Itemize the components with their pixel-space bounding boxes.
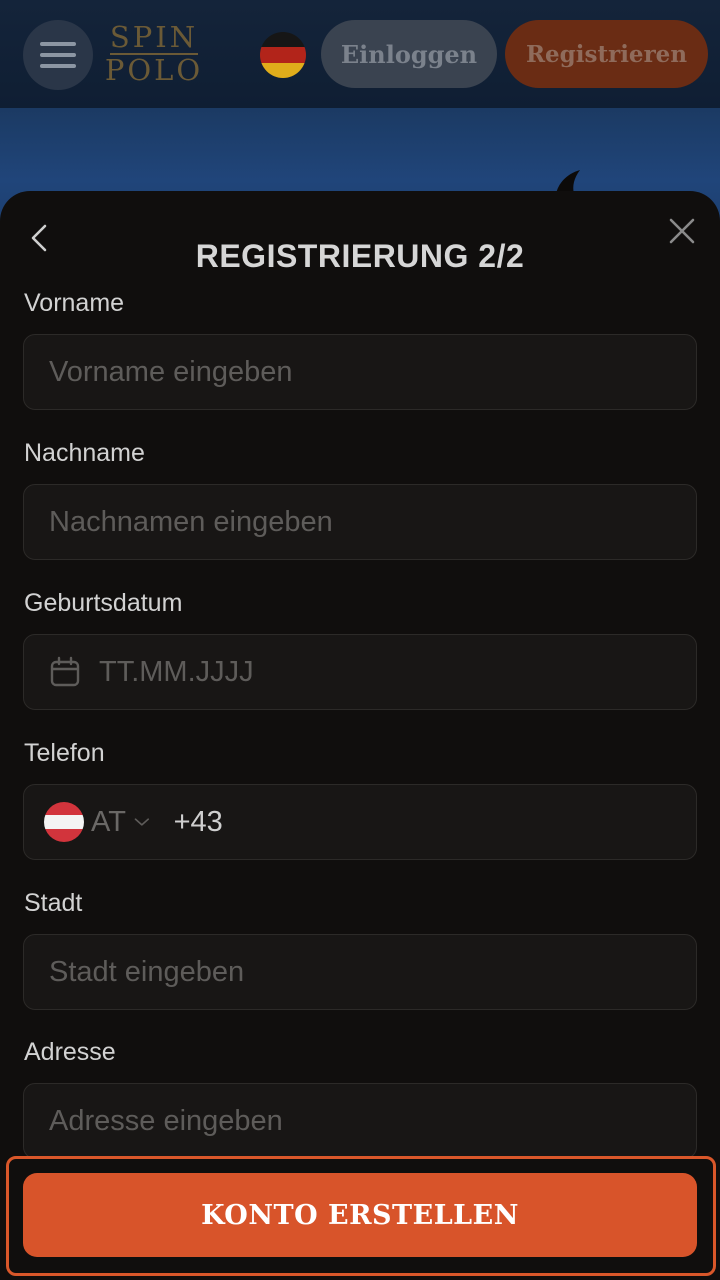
phone-label: Telefon [24, 739, 105, 767]
city-label: Stadt [24, 889, 83, 917]
firstname-label: Vorname [24, 289, 125, 317]
chevron-down-icon[interactable] [134, 815, 150, 829]
phone-input[interactable] [230, 805, 696, 839]
firstname-field[interactable] [23, 334, 697, 410]
flag-de-icon[interactable] [260, 32, 306, 78]
address-input[interactable] [49, 1104, 696, 1138]
hamburger-icon [40, 42, 76, 68]
logo-line-1: SPIN [109, 20, 199, 54]
address-field[interactable] [23, 1083, 697, 1159]
register-button[interactable]: Registrieren [505, 20, 708, 88]
phone-field[interactable]: AT +43 [23, 784, 697, 860]
site-logo[interactable]: SPIN POLO [104, 20, 204, 87]
address-label: Adresse [24, 1038, 116, 1066]
create-account-button[interactable]: KONTO ERSTELLEN [23, 1173, 697, 1257]
menu-button[interactable] [23, 20, 93, 90]
modal-title: REGISTRIERUNG 2/2 [195, 238, 525, 274]
firstname-input[interactable] [49, 355, 696, 389]
lastname-label: Nachname [24, 439, 145, 467]
lastname-field[interactable] [23, 484, 697, 560]
birthdate-input[interactable] [99, 655, 696, 689]
city-input[interactable] [49, 955, 696, 989]
login-button[interactable]: Einloggen [321, 20, 497, 88]
calendar-icon [50, 656, 80, 687]
flag-at-icon[interactable] [44, 802, 84, 842]
birthdate-label: Geburtsdatum [24, 589, 183, 617]
phone-prefix: +43 [173, 805, 223, 838]
logo-line-2: POLO [104, 53, 204, 87]
lastname-input[interactable] [49, 505, 696, 539]
birthdate-field[interactable] [23, 634, 697, 710]
city-field[interactable] [23, 934, 697, 1010]
country-code-select[interactable]: AT [91, 806, 126, 839]
